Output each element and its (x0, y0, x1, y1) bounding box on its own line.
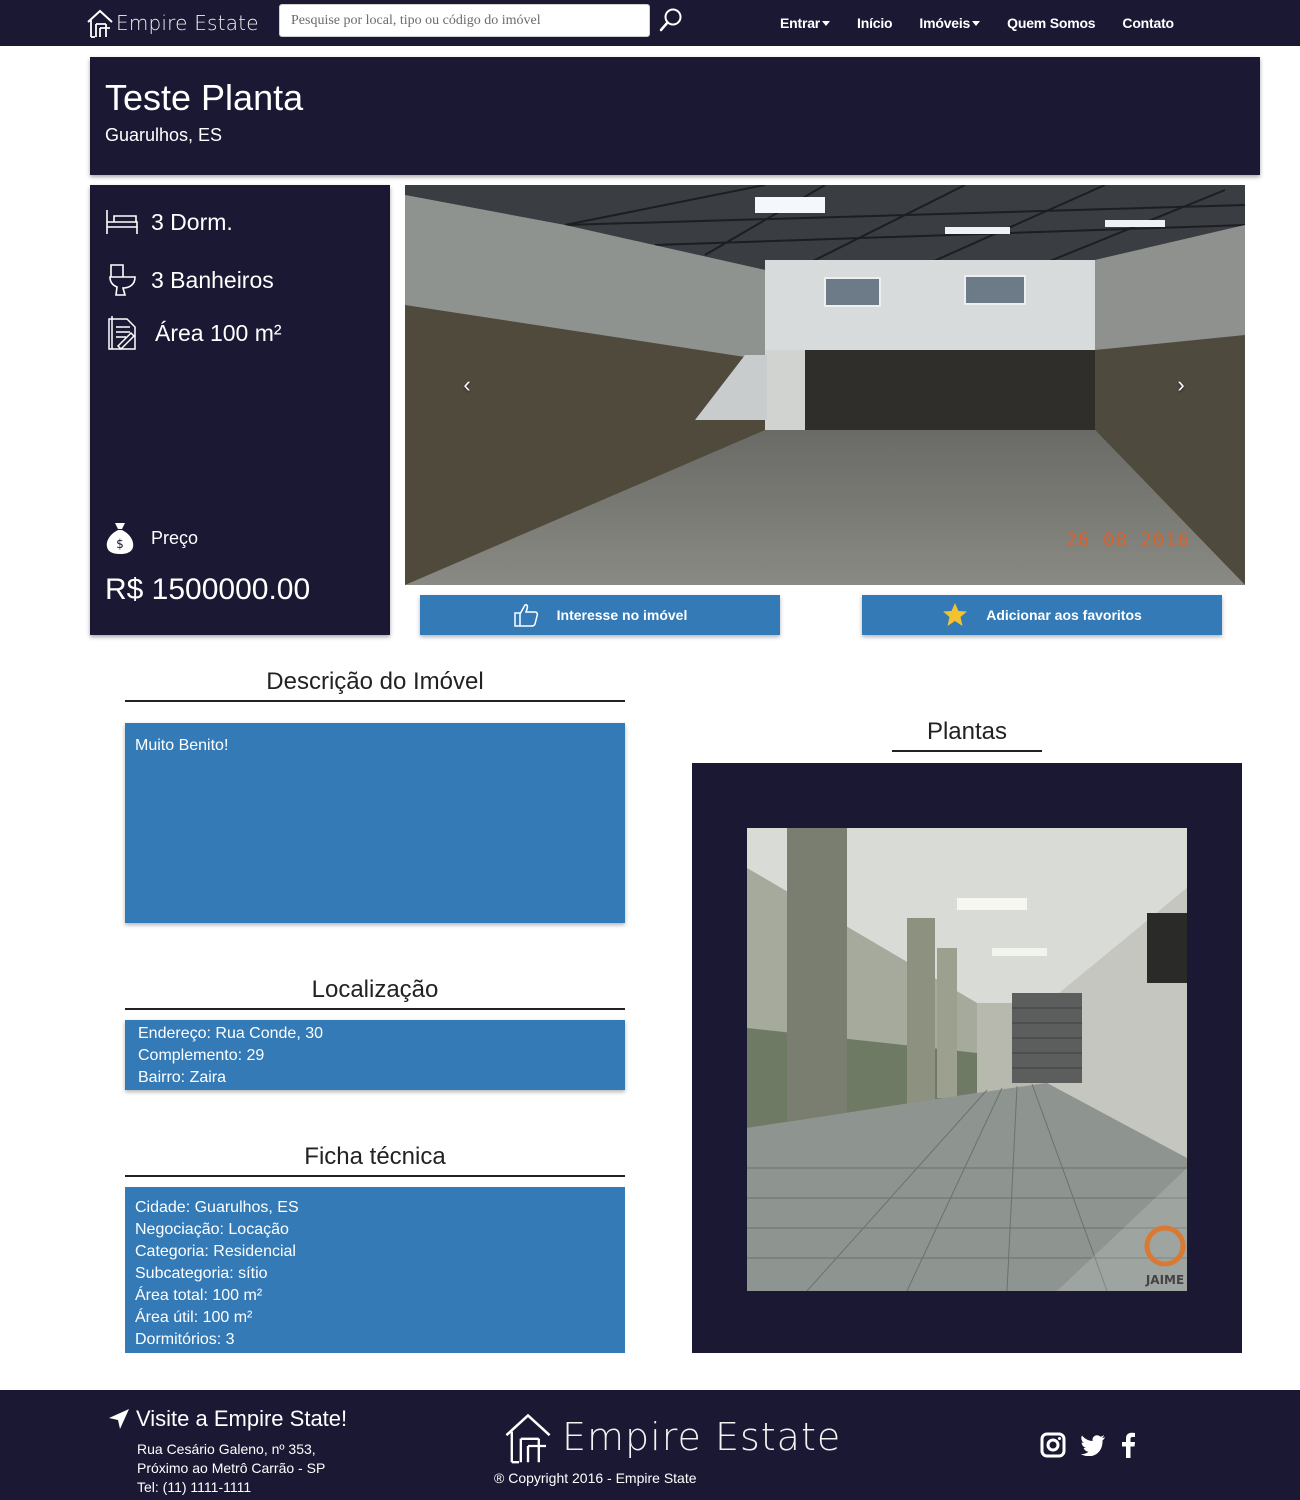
property-info-panel: 3 Dorm. 3 Banheiros Área 100 m² $ Preço … (90, 185, 390, 635)
money-bag-icon: $ (105, 521, 135, 555)
location-arrow-icon (108, 1408, 130, 1430)
tech-negotiation: Negociação: Locação (135, 1221, 289, 1238)
corridor-photo: JAIME (747, 828, 1187, 1291)
bedrooms-value: 3 Dorm. (151, 208, 233, 235)
description-text: Muito Benito! (135, 737, 229, 754)
bedrooms-feature: 3 Dorm. (105, 205, 233, 239)
facebook-icon (1122, 1432, 1135, 1458)
footer: Visite a Empire State! Rua Cesário Galen… (0, 1390, 1300, 1500)
nav-item-quem-somos[interactable]: Quem Somos (1007, 15, 1095, 31)
thumbs-up-icon (513, 602, 539, 628)
address-street: Rua Cesário Galeno, nº 353, (137, 1441, 316, 1457)
price-label-row: $ Preço (105, 521, 198, 555)
photo-carousel[interactable]: ‹ › 26 08 2016 (405, 185, 1245, 585)
nav-item-contato[interactable]: Contato (1122, 15, 1174, 31)
facebook-link[interactable] (1120, 1432, 1136, 1458)
copyright: ® Copyright 2016 - Empire State (494, 1470, 697, 1486)
carousel-prev-button[interactable]: ‹ (447, 365, 487, 405)
footer-brand-link[interactable]: Empire Estate (500, 1410, 841, 1464)
nav-item-label: Imóveis (919, 15, 971, 31)
tech-total-area: Área total: 100 m² (135, 1287, 263, 1304)
tech-sheet-heading: Ficha técnica (125, 1143, 625, 1177)
nav-item-label: Contato (1122, 15, 1174, 31)
carousel-next-button[interactable]: › (1161, 365, 1201, 405)
search-button[interactable] (656, 6, 686, 36)
blueprint-icon (105, 316, 139, 351)
nav-item-label: Entrar (780, 15, 821, 31)
brand-name: Empire Estate (116, 11, 259, 35)
star-icon (942, 602, 968, 628)
instagram-link[interactable] (1040, 1432, 1066, 1458)
interest-button-label: Interesse no imóvel (556, 607, 688, 623)
navbar: Empire Estate Entrar Início Imóveis Quem… (0, 0, 1300, 46)
bed-icon (105, 205, 139, 239)
favorite-button-label: Adicionar aos favoritos (986, 607, 1142, 623)
tech-bedrooms: Dormitórios: 3 (135, 1331, 235, 1348)
property-location: Guarulhos, ES (105, 125, 223, 145)
floorplan-photo[interactable]: JAIME (747, 828, 1187, 1291)
photo-date-stamp: 26 08 2016 (1065, 529, 1190, 551)
add-favorite-button[interactable]: Adicionar aos favoritos (862, 595, 1222, 635)
social-links (1040, 1432, 1150, 1458)
chevron-right-icon: › (1177, 372, 1185, 397)
property-title: Teste Planta (105, 77, 304, 118)
toilet-icon (105, 263, 139, 297)
address-reference: Próximo ao Metrô Carrão - SP (137, 1460, 326, 1476)
tech-subcategory: Subcategoria: sítio (135, 1265, 268, 1282)
twitter-link[interactable] (1080, 1434, 1106, 1456)
tech-category: Categoria: Residencial (135, 1243, 296, 1260)
address-line: Endereço: Rua Conde, 30 (138, 1025, 324, 1042)
tech-city: Cidade: Guarulhos, ES (135, 1199, 299, 1216)
price-label: Preço (151, 527, 199, 548)
nav-item-entrar[interactable]: Entrar (780, 15, 831, 31)
nav-item-inicio[interactable]: Início (857, 15, 893, 31)
address-phone: Tel: (11) 1111-1111 (137, 1479, 252, 1495)
nav-item-imoveis[interactable]: Imóveis (919, 15, 981, 31)
plantas-panel: JAIME (692, 763, 1242, 1353)
warehouse-photo (405, 185, 1245, 585)
tech-sheet-box: Cidade: Guarulhos, ES Negociação: Locaçã… (125, 1187, 625, 1353)
description-heading: Descrição do Imóvel (125, 668, 625, 702)
plantas-heading: Plantas (892, 718, 1042, 752)
bathrooms-value: 3 Banheiros (151, 266, 274, 293)
footer-brand-name: Empire Estate (562, 1415, 842, 1459)
complement-line: Complemento: 29 (138, 1047, 265, 1064)
area-value: Área 100 m² (155, 319, 282, 346)
instagram-icon (1040, 1432, 1066, 1458)
caret-down-icon (972, 21, 981, 26)
area-feature: Área 100 m² (105, 316, 282, 351)
neighborhood-line: Bairro: Zaira (138, 1069, 227, 1086)
interest-button[interactable]: Interesse no imóvel (420, 595, 780, 635)
search-input[interactable] (279, 4, 650, 37)
house-logo-icon (505, 1413, 551, 1464)
chevron-left-icon: ‹ (463, 372, 471, 397)
footer-address: Rua Cesário Galeno, nº 353, Próximo ao M… (137, 1440, 325, 1497)
price-value: R$ 1500000.00 (105, 573, 311, 606)
nav-item-label: Quem Somos (1007, 15, 1096, 31)
tech-useful-area: Área útil: 100 m² (135, 1309, 253, 1326)
location-box: Endereço: Rua Conde, 30 Complemento: 29 … (125, 1020, 625, 1090)
house-logo-icon (87, 9, 113, 38)
nav-menu: Entrar Início Imóveis Quem Somos Contato (780, 0, 1201, 46)
nav-item-label: Início (857, 15, 893, 31)
photo-watermark: JAIME (1145, 1273, 1184, 1287)
description-box: Muito Benito! (125, 723, 625, 923)
visit-heading: Visite a Empire State! (108, 1406, 347, 1432)
brand-logo-link[interactable]: Empire Estate (86, 6, 259, 40)
twitter-icon (1080, 1435, 1105, 1456)
search-icon (659, 8, 682, 31)
svg-text:$: $ (116, 537, 124, 551)
visit-title-text: Visite a Empire State! (136, 1406, 348, 1431)
property-header: Teste Planta Guarulhos, ES (90, 57, 1260, 175)
bathrooms-feature: 3 Banheiros (105, 263, 274, 297)
location-heading: Localização (125, 976, 625, 1010)
caret-down-icon (822, 21, 831, 26)
